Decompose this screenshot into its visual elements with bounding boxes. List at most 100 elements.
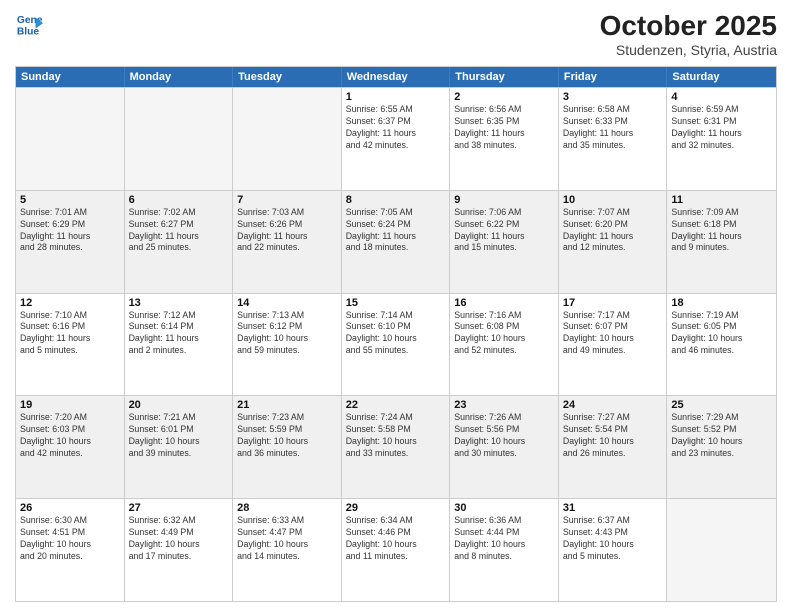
cal-cell: 2Sunrise: 6:56 AM Sunset: 6:35 PM Daylig… [450, 88, 559, 190]
cal-cell: 16Sunrise: 7:16 AM Sunset: 6:08 PM Dayli… [450, 294, 559, 396]
header-day-tuesday: Tuesday [233, 67, 342, 87]
cal-cell [16, 88, 125, 190]
cal-cell [233, 88, 342, 190]
day-number: 19 [20, 399, 120, 411]
cal-cell: 26Sunrise: 6:30 AM Sunset: 4:51 PM Dayli… [16, 499, 125, 601]
cal-cell: 28Sunrise: 6:33 AM Sunset: 4:47 PM Dayli… [233, 499, 342, 601]
calendar-header: SundayMondayTuesdayWednesdayThursdayFrid… [16, 67, 776, 87]
day-number: 20 [129, 399, 229, 411]
cal-cell: 31Sunrise: 6:37 AM Sunset: 4:43 PM Dayli… [559, 499, 668, 601]
day-number: 4 [671, 91, 772, 103]
cal-row-1: 5Sunrise: 7:01 AM Sunset: 6:29 PM Daylig… [16, 190, 776, 293]
cal-cell: 3Sunrise: 6:58 AM Sunset: 6:33 PM Daylig… [559, 88, 668, 190]
cal-row-3: 19Sunrise: 7:20 AM Sunset: 6:03 PM Dayli… [16, 395, 776, 498]
day-info: Sunrise: 7:20 AM Sunset: 6:03 PM Dayligh… [20, 412, 120, 460]
day-info: Sunrise: 7:21 AM Sunset: 6:01 PM Dayligh… [129, 412, 229, 460]
cal-cell: 4Sunrise: 6:59 AM Sunset: 6:31 PM Daylig… [667, 88, 776, 190]
day-number: 15 [346, 297, 446, 309]
day-number: 12 [20, 297, 120, 309]
day-number: 29 [346, 502, 446, 514]
day-info: Sunrise: 7:13 AM Sunset: 6:12 PM Dayligh… [237, 310, 337, 358]
cal-cell: 24Sunrise: 7:27 AM Sunset: 5:54 PM Dayli… [559, 396, 668, 498]
day-number: 2 [454, 91, 554, 103]
day-info: Sunrise: 7:16 AM Sunset: 6:08 PM Dayligh… [454, 310, 554, 358]
calendar: SundayMondayTuesdayWednesdayThursdayFrid… [15, 66, 777, 602]
header-day-friday: Friday [559, 67, 668, 87]
cal-cell: 22Sunrise: 7:24 AM Sunset: 5:58 PM Dayli… [342, 396, 451, 498]
day-number: 25 [671, 399, 772, 411]
day-info: Sunrise: 7:01 AM Sunset: 6:29 PM Dayligh… [20, 207, 120, 255]
day-info: Sunrise: 6:37 AM Sunset: 4:43 PM Dayligh… [563, 515, 663, 563]
day-info: Sunrise: 7:06 AM Sunset: 6:22 PM Dayligh… [454, 207, 554, 255]
header-day-monday: Monday [125, 67, 234, 87]
cal-cell: 6Sunrise: 7:02 AM Sunset: 6:27 PM Daylig… [125, 191, 234, 293]
cal-cell: 23Sunrise: 7:26 AM Sunset: 5:56 PM Dayli… [450, 396, 559, 498]
day-info: Sunrise: 6:36 AM Sunset: 4:44 PM Dayligh… [454, 515, 554, 563]
logo: General Blue [15, 10, 43, 38]
day-info: Sunrise: 6:32 AM Sunset: 4:49 PM Dayligh… [129, 515, 229, 563]
day-number: 21 [237, 399, 337, 411]
day-number: 30 [454, 502, 554, 514]
cal-cell: 18Sunrise: 7:19 AM Sunset: 6:05 PM Dayli… [667, 294, 776, 396]
day-info: Sunrise: 6:33 AM Sunset: 4:47 PM Dayligh… [237, 515, 337, 563]
day-number: 14 [237, 297, 337, 309]
header-day-sunday: Sunday [16, 67, 125, 87]
day-number: 18 [671, 297, 772, 309]
cal-cell: 5Sunrise: 7:01 AM Sunset: 6:29 PM Daylig… [16, 191, 125, 293]
cal-cell: 21Sunrise: 7:23 AM Sunset: 5:59 PM Dayli… [233, 396, 342, 498]
day-info: Sunrise: 7:26 AM Sunset: 5:56 PM Dayligh… [454, 412, 554, 460]
cal-cell: 8Sunrise: 7:05 AM Sunset: 6:24 PM Daylig… [342, 191, 451, 293]
day-number: 31 [563, 502, 663, 514]
day-number: 6 [129, 194, 229, 206]
day-number: 22 [346, 399, 446, 411]
day-number: 1 [346, 91, 446, 103]
day-info: Sunrise: 7:17 AM Sunset: 6:07 PM Dayligh… [563, 310, 663, 358]
cal-row-2: 12Sunrise: 7:10 AM Sunset: 6:16 PM Dayli… [16, 293, 776, 396]
cal-row-4: 26Sunrise: 6:30 AM Sunset: 4:51 PM Dayli… [16, 498, 776, 601]
cal-cell [125, 88, 234, 190]
cal-cell: 25Sunrise: 7:29 AM Sunset: 5:52 PM Dayli… [667, 396, 776, 498]
cal-cell: 1Sunrise: 6:55 AM Sunset: 6:37 PM Daylig… [342, 88, 451, 190]
header-day-thursday: Thursday [450, 67, 559, 87]
title-block: October 2025 Studenzen, Styria, Austria [600, 10, 777, 58]
day-info: Sunrise: 6:56 AM Sunset: 6:35 PM Dayligh… [454, 104, 554, 152]
cal-cell: 17Sunrise: 7:17 AM Sunset: 6:07 PM Dayli… [559, 294, 668, 396]
day-info: Sunrise: 7:27 AM Sunset: 5:54 PM Dayligh… [563, 412, 663, 460]
cal-cell: 29Sunrise: 6:34 AM Sunset: 4:46 PM Dayli… [342, 499, 451, 601]
day-info: Sunrise: 7:12 AM Sunset: 6:14 PM Dayligh… [129, 310, 229, 358]
day-info: Sunrise: 6:30 AM Sunset: 4:51 PM Dayligh… [20, 515, 120, 563]
cal-cell: 20Sunrise: 7:21 AM Sunset: 6:01 PM Dayli… [125, 396, 234, 498]
day-info: Sunrise: 7:09 AM Sunset: 6:18 PM Dayligh… [671, 207, 772, 255]
day-number: 16 [454, 297, 554, 309]
day-info: Sunrise: 7:14 AM Sunset: 6:10 PM Dayligh… [346, 310, 446, 358]
day-number: 7 [237, 194, 337, 206]
cal-cell: 9Sunrise: 7:06 AM Sunset: 6:22 PM Daylig… [450, 191, 559, 293]
cal-cell: 7Sunrise: 7:03 AM Sunset: 6:26 PM Daylig… [233, 191, 342, 293]
day-number: 26 [20, 502, 120, 514]
logo-icon: General Blue [15, 10, 43, 38]
cal-cell: 30Sunrise: 6:36 AM Sunset: 4:44 PM Dayli… [450, 499, 559, 601]
day-number: 27 [129, 502, 229, 514]
calendar-page: General Blue October 2025 Studenzen, Sty… [0, 0, 792, 612]
day-info: Sunrise: 7:19 AM Sunset: 6:05 PM Dayligh… [671, 310, 772, 358]
day-info: Sunrise: 7:10 AM Sunset: 6:16 PM Dayligh… [20, 310, 120, 358]
day-info: Sunrise: 7:24 AM Sunset: 5:58 PM Dayligh… [346, 412, 446, 460]
day-number: 13 [129, 297, 229, 309]
day-number: 11 [671, 194, 772, 206]
day-number: 9 [454, 194, 554, 206]
day-info: Sunrise: 6:34 AM Sunset: 4:46 PM Dayligh… [346, 515, 446, 563]
cal-cell: 11Sunrise: 7:09 AM Sunset: 6:18 PM Dayli… [667, 191, 776, 293]
cal-cell: 15Sunrise: 7:14 AM Sunset: 6:10 PM Dayli… [342, 294, 451, 396]
header: General Blue October 2025 Studenzen, Sty… [15, 10, 777, 58]
day-number: 17 [563, 297, 663, 309]
calendar-body: 1Sunrise: 6:55 AM Sunset: 6:37 PM Daylig… [16, 87, 776, 601]
day-info: Sunrise: 6:55 AM Sunset: 6:37 PM Dayligh… [346, 104, 446, 152]
cal-cell: 14Sunrise: 7:13 AM Sunset: 6:12 PM Dayli… [233, 294, 342, 396]
cal-cell: 12Sunrise: 7:10 AM Sunset: 6:16 PM Dayli… [16, 294, 125, 396]
cal-cell: 27Sunrise: 6:32 AM Sunset: 4:49 PM Dayli… [125, 499, 234, 601]
day-info: Sunrise: 7:02 AM Sunset: 6:27 PM Dayligh… [129, 207, 229, 255]
day-number: 3 [563, 91, 663, 103]
day-info: Sunrise: 7:23 AM Sunset: 5:59 PM Dayligh… [237, 412, 337, 460]
day-info: Sunrise: 7:29 AM Sunset: 5:52 PM Dayligh… [671, 412, 772, 460]
day-info: Sunrise: 6:58 AM Sunset: 6:33 PM Dayligh… [563, 104, 663, 152]
